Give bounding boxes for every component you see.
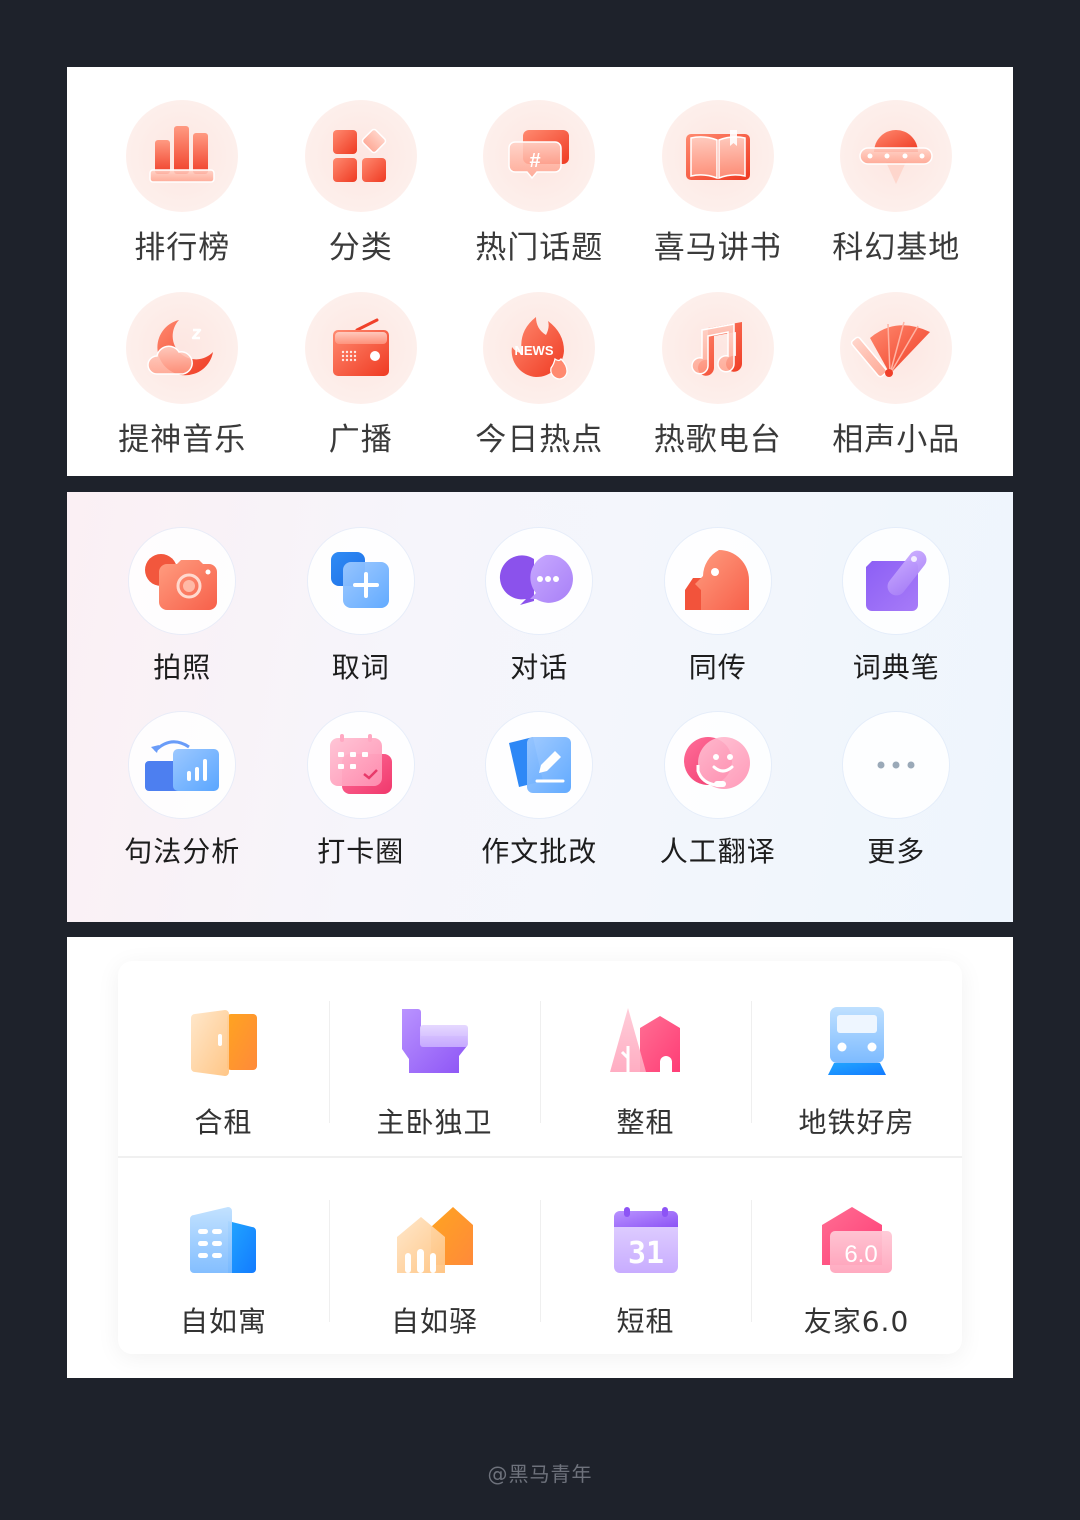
tool-item-dict-pen[interactable]: 词典笔: [807, 528, 986, 686]
house-6-icon: 6.0: [817, 1200, 897, 1280]
tool-item-label: 更多: [867, 835, 926, 868]
menu-item-broadcast[interactable]: 广播: [272, 292, 451, 459]
rent-item-shared[interactable]: 合租: [118, 961, 329, 1156]
rent-item-youjia[interactable]: 6.0 友家6.0: [751, 1160, 962, 1354]
tool-item-label: 拍照: [153, 651, 212, 684]
toilet-icon: [395, 1001, 475, 1081]
tool-item-more[interactable]: 更多: [807, 712, 986, 870]
rent-item-label: 自如寓: [179, 1305, 267, 1338]
menu-item-ranking[interactable]: 排行榜: [93, 100, 272, 267]
audio-menu-panel: 排行榜 分类 # 热门话题 喜马讲书 科幻基地 提神音乐 广播 NEWS 今日热…: [67, 67, 1013, 476]
tool-item-human-translate[interactable]: 人工翻译: [629, 712, 808, 870]
rent-item-label: 整租: [616, 1106, 675, 1139]
rent-item-ziroom-inn[interactable]: 自如驿: [329, 1160, 540, 1354]
subway-icon: [817, 1001, 897, 1081]
tool-item-dialogue[interactable]: 对话: [450, 528, 629, 686]
tool-item-label: 句法分析: [124, 835, 241, 868]
more-dots-icon: [843, 712, 950, 818]
rent-item-label: 自如驿: [390, 1305, 478, 1338]
calendar-31-icon: 31: [606, 1200, 686, 1280]
menu-item-label: 热歌电台: [653, 422, 782, 458]
hashtag-chat-icon: #: [483, 100, 596, 212]
menu-item-label: 今日热点: [475, 422, 604, 458]
rent-menu-panel: 合租 主卧独卫 整租 地铁好房 自如寓 自如驿 31 短租 6.0 友家6.0: [67, 937, 1013, 1378]
svg-text:31: 31: [627, 1236, 663, 1271]
rent-item-short-term[interactable]: 31 短租: [540, 1160, 751, 1354]
author-credit: @黑马青年: [487, 1462, 593, 1486]
menu-item-scifi[interactable]: 科幻基地: [807, 100, 986, 267]
ranking-bars-icon: [126, 100, 239, 212]
add-word-icon: [307, 528, 414, 634]
menu-item-category[interactable]: 分类: [272, 100, 451, 267]
human-translator-icon: [664, 712, 771, 818]
apartment-building-icon: [184, 1200, 264, 1280]
rent-item-whole[interactable]: 整租: [540, 961, 751, 1156]
tool-item-syntax[interactable]: 句法分析: [93, 712, 272, 870]
menu-item-label: 提神音乐: [118, 422, 247, 458]
rent-item-ziroom-apartment[interactable]: 自如寓: [118, 1160, 329, 1354]
svg-text:NEWS: NEWS: [515, 343, 554, 358]
tool-item-word-pick[interactable]: 取词: [272, 528, 451, 686]
rent-options-card: 合租 主卧独卫 整租 地铁好房 自如寓 自如驿 31 短租 6.0 友家6.0: [118, 961, 962, 1354]
rent-item-label: 合租: [194, 1106, 253, 1139]
tool-item-label: 打卡圈: [317, 835, 405, 868]
open-book-icon: [661, 100, 774, 212]
category-grid-icon: [304, 100, 417, 212]
tool-item-label: 取词: [331, 651, 390, 684]
menu-item-crosstalk[interactable]: 相声小品: [807, 292, 986, 459]
rent-item-label: 主卧独卫: [376, 1106, 493, 1139]
menu-item-label: 广播: [328, 422, 393, 458]
menu-item-label: 分类: [328, 230, 393, 266]
radio-icon: [304, 292, 417, 404]
syntax-chart-icon: [129, 712, 236, 818]
translate-menu-panel: 拍照 取词 对话 同传 词典笔 句法分析 打卡圈 作文批改 人工翻译 更多: [67, 492, 1013, 922]
rent-item-label: 友家6.0: [803, 1305, 910, 1338]
chat-bubbles-icon: [486, 528, 593, 634]
rent-item-subway[interactable]: 地铁好房: [751, 961, 962, 1156]
tool-item-photo[interactable]: 拍照: [93, 528, 272, 686]
menu-item-book-talk[interactable]: 喜马讲书: [629, 100, 808, 267]
news-flame-icon: NEWS: [483, 292, 596, 404]
rent-item-label: 地铁好房: [798, 1106, 915, 1139]
folding-fan-icon: [840, 292, 953, 404]
menu-item-label: 相声小品: [832, 422, 961, 458]
moon-cloud-icon: [126, 292, 239, 404]
essay-edit-icon: [486, 712, 593, 818]
door-icon: [184, 1001, 264, 1081]
menu-item-label: 排行榜: [134, 230, 231, 266]
rent-item-label: 短租: [616, 1305, 675, 1338]
menu-item-hit-songs[interactable]: 热歌电台: [629, 292, 808, 459]
camera-icon: [129, 528, 236, 634]
house-tree-icon: [606, 1001, 686, 1081]
svg-text:6.0: 6.0: [844, 1241, 877, 1268]
ufo-icon: [840, 100, 953, 212]
menu-item-label: 喜马讲书: [653, 230, 782, 266]
music-note-icon: [661, 292, 774, 404]
parrot-head-icon: [664, 528, 771, 634]
menu-item-label: 科幻基地: [832, 230, 961, 266]
svg-text:#: #: [530, 150, 541, 172]
tool-item-simultaneous[interactable]: 同传: [629, 528, 808, 686]
menu-item-energy-music[interactable]: 提神音乐: [93, 292, 272, 459]
tool-item-label: 对话: [510, 651, 569, 684]
menu-item-hot-topics[interactable]: # 热门话题: [450, 100, 629, 267]
rent-item-master-bath[interactable]: 主卧独卫: [329, 961, 540, 1156]
double-house-icon: [395, 1200, 475, 1280]
menu-item-label: 热门话题: [475, 230, 604, 266]
menu-item-today-hot[interactable]: NEWS 今日热点: [450, 292, 629, 459]
dictionary-pen-icon: [843, 528, 950, 634]
checkin-calendar-icon: [307, 712, 414, 818]
tool-item-label: 作文批改: [481, 835, 598, 868]
tool-item-essay[interactable]: 作文批改: [450, 712, 629, 870]
tool-item-checkin[interactable]: 打卡圈: [272, 712, 451, 870]
tool-item-label: 词典笔: [852, 651, 940, 684]
tool-item-label: 人工翻译: [659, 835, 776, 868]
tool-item-label: 同传: [688, 651, 747, 684]
